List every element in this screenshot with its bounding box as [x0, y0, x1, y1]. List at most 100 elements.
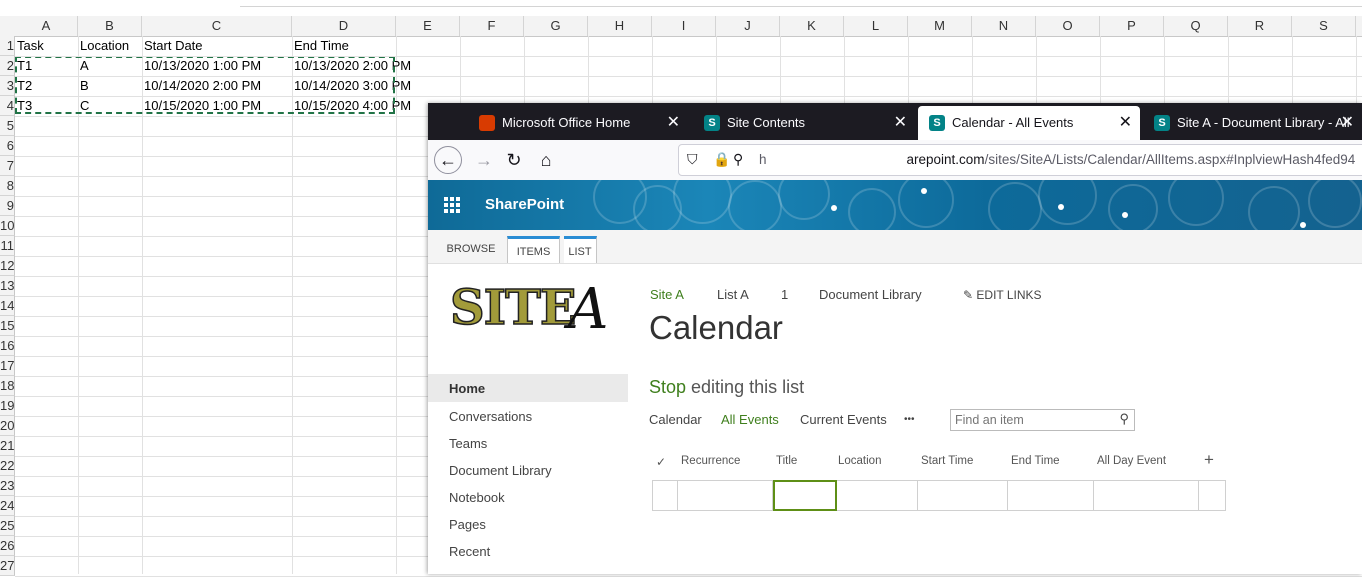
sharepoint-brand[interactable]: SharePoint	[485, 180, 564, 230]
location-cell[interactable]	[837, 481, 918, 510]
row-select-cell[interactable]	[653, 481, 678, 510]
column-header[interactable]: D	[292, 16, 396, 36]
row-header[interactable]: 13	[0, 276, 15, 296]
start-time-cell[interactable]	[918, 481, 1008, 510]
column-header[interactable]: H	[588, 16, 652, 36]
row-header[interactable]: 1	[0, 36, 15, 56]
close-icon[interactable]: ✕	[1119, 106, 1132, 140]
breadcrumb-site-a[interactable]: Site A	[650, 287, 684, 302]
row-header[interactable]: 20	[0, 416, 15, 436]
view-calendar[interactable]: Calendar	[649, 412, 702, 427]
row-header[interactable]: 14	[0, 296, 15, 316]
ribbon-tab-items[interactable]: ITEMS	[507, 236, 560, 263]
app-launcher-icon[interactable]	[444, 197, 460, 213]
forward-arrow-icon[interactable]: →	[470, 146, 498, 174]
home-icon[interactable]: ⌂	[532, 146, 560, 174]
column-header-location[interactable]: Location	[838, 455, 881, 467]
nav-item-home[interactable]: Home	[449, 381, 485, 396]
search-icon[interactable]: ⚲	[1119, 411, 1129, 427]
nav-item-conversations[interactable]: Conversations	[449, 409, 532, 424]
cell-b1[interactable]: Location	[78, 36, 129, 56]
row-header[interactable]: 17	[0, 356, 15, 376]
column-header[interactable]: O	[1036, 16, 1100, 36]
column-header[interactable]: F	[460, 16, 524, 36]
site-logo[interactable]: SITE	[449, 279, 577, 337]
tab-document-library[interactable]: S Site A - Document Library - All ✕	[1143, 106, 1362, 140]
select-all-check-icon[interactable]: ✓	[656, 455, 666, 469]
close-icon[interactable]: ✕	[667, 106, 680, 140]
ribbon-tab-browse[interactable]: BROWSE	[442, 236, 500, 263]
column-header[interactable]: G	[524, 16, 588, 36]
more-views-ellipsis-icon[interactable]: •••	[904, 414, 915, 425]
tab-calendar-all-events[interactable]: S Calendar - All Events ✕	[918, 106, 1140, 140]
cell-a1[interactable]: Task	[15, 36, 44, 56]
row-header[interactable]: 4	[0, 96, 15, 116]
all-day-event-cell[interactable]	[1094, 481, 1199, 510]
find-item-search[interactable]: ⚲	[950, 409, 1135, 431]
column-header[interactable]: S	[1292, 16, 1356, 36]
row-header[interactable]: 19	[0, 396, 15, 416]
breadcrumb-list-a[interactable]: List A	[717, 287, 749, 302]
edit-links-button[interactable]: ✎ EDIT LINKS	[963, 288, 1042, 302]
ribbon-tab-list[interactable]: LIST	[564, 236, 597, 263]
reload-icon[interactable]: ↻	[500, 146, 528, 174]
back-arrow-icon[interactable]: ←	[434, 146, 462, 174]
column-header[interactable]: K	[780, 16, 844, 36]
end-time-cell[interactable]	[1008, 481, 1094, 510]
column-header[interactable]: C	[142, 16, 292, 36]
row-header[interactable]: 21	[0, 436, 15, 456]
column-header[interactable]: A	[15, 16, 78, 36]
recurrence-cell[interactable]	[678, 481, 773, 510]
nav-item-recent[interactable]: Recent	[449, 544, 490, 559]
column-header-all-day-event[interactable]: All Day Event	[1097, 455, 1166, 467]
stop-editing-link[interactable]: Stop editing this list	[649, 377, 804, 398]
row-header[interactable]: 7	[0, 156, 15, 176]
row-header[interactable]: 25	[0, 516, 15, 536]
cell-d1[interactable]: End Time	[292, 36, 349, 56]
row-header[interactable]: 15	[0, 316, 15, 336]
row-header[interactable]: 11	[0, 236, 15, 256]
row-header[interactable]: 8	[0, 176, 15, 196]
column-header[interactable]: I	[652, 16, 716, 36]
title-cell[interactable]	[773, 480, 837, 511]
column-header[interactable]: Q	[1164, 16, 1228, 36]
row-header[interactable]: 22	[0, 456, 15, 476]
row-header[interactable]: 5	[0, 116, 15, 136]
search-input[interactable]	[951, 410, 1109, 430]
column-header[interactable]: P	[1100, 16, 1164, 36]
column-header[interactable]: E	[396, 16, 460, 36]
view-current-events[interactable]: Current Events	[800, 412, 887, 427]
nav-item-teams[interactable]: Teams	[449, 436, 487, 451]
row-header[interactable]: 16	[0, 336, 15, 356]
shield-icon[interactable]: ⛉	[687, 151, 698, 168]
nav-item-notebook[interactable]: Notebook	[449, 490, 505, 505]
nav-item-pages[interactable]: Pages	[449, 517, 486, 532]
close-icon[interactable]: ✕	[894, 106, 907, 140]
row-header[interactable]: 9	[0, 196, 15, 216]
lock-icon[interactable]: 🔒	[713, 151, 730, 168]
row-header[interactable]: 27	[0, 556, 15, 576]
row-header[interactable]: 6	[0, 136, 15, 156]
tab-office-home[interactable]: Microsoft Office Home ✕	[468, 106, 688, 140]
site-logo-flourish[interactable]: A	[568, 277, 608, 342]
column-header-title[interactable]: Title	[776, 455, 797, 467]
nav-item-document-library[interactable]: Document Library	[449, 463, 552, 478]
row-header[interactable]: 18	[0, 376, 15, 396]
breadcrumb-document-library[interactable]: Document Library	[819, 287, 922, 302]
url-bar[interactable]: ⛉ 🔒 ⚲ h arepoint.com/sites/SiteA/Lists/Ca…	[678, 144, 1362, 176]
column-header-start-time[interactable]: Start Time	[921, 455, 973, 467]
tab-site-contents[interactable]: S Site Contents ✕	[693, 106, 915, 140]
row-header[interactable]: 26	[0, 536, 15, 556]
breadcrumb-1[interactable]: 1	[781, 287, 788, 302]
column-header-recurrence[interactable]: Recurrence	[681, 455, 740, 467]
cell-c1[interactable]: Start Date	[142, 36, 203, 56]
column-header[interactable]: N	[972, 16, 1036, 36]
row-header[interactable]: 12	[0, 256, 15, 276]
row-header[interactable]: 10	[0, 216, 15, 236]
row-header[interactable]: 24	[0, 496, 15, 516]
permissions-icon[interactable]: ⚲	[733, 151, 743, 168]
view-all-events[interactable]: All Events	[721, 412, 779, 427]
column-header[interactable]: J	[716, 16, 780, 36]
column-header[interactable]: M	[908, 16, 972, 36]
column-header[interactable]: B	[78, 16, 142, 36]
